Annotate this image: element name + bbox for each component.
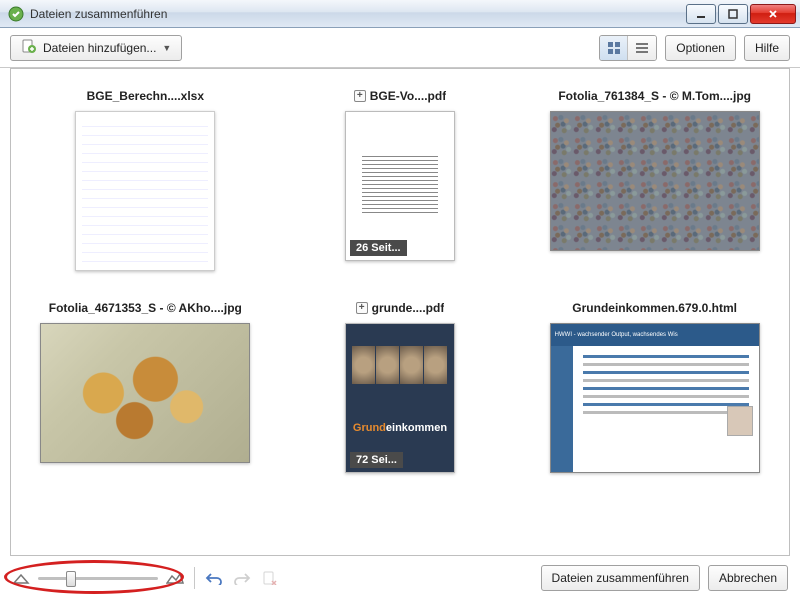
file-name: BGE-Vo....pdf: [370, 89, 446, 103]
page-count-badge: 72 Sei...: [350, 452, 403, 468]
redo-icon[interactable]: [233, 571, 251, 585]
view-toggle: [599, 35, 657, 61]
app-icon: [8, 6, 24, 22]
pdf-thumbnail: Grundeinkommen 72 Sei...: [345, 323, 455, 473]
bottom-bar: Dateien zusammenführen Abbrechen: [0, 556, 800, 600]
merge-button[interactable]: Dateien zusammenführen: [541, 565, 700, 591]
file-item[interactable]: BGE_Berechn....xlsx: [25, 89, 266, 271]
file-grid-area: BGE_Berechn....xlsx + BGE-Vo....pdf 26 Se…: [10, 68, 790, 556]
maximize-button[interactable]: [718, 4, 748, 24]
help-button[interactable]: Hilfe: [744, 35, 790, 61]
titlebar: Dateien zusammenführen: [0, 0, 800, 28]
pdf-thumbnail: 26 Seit...: [345, 111, 455, 261]
html-thumbnail: HWWI - wachsender Output, wachsendes Wis: [550, 323, 760, 473]
add-files-label: Dateien hinzufügen...: [43, 41, 156, 55]
file-name: Fotolia_4671353_S - © AKho....jpg: [49, 301, 242, 315]
file-item[interactable]: Fotolia_4671353_S - © AKho....jpg: [25, 301, 266, 473]
toolbar: Dateien hinzufügen... ▼ Optionen Hilfe: [0, 28, 800, 68]
slider-track[interactable]: [38, 577, 158, 580]
image-thumbnail: [40, 323, 250, 463]
grid-view-button[interactable]: [600, 36, 628, 60]
file-name: Fotolia_761384_S - © M.Tom....jpg: [558, 89, 751, 103]
file-name: grunde....pdf: [372, 301, 445, 315]
undo-icon[interactable]: [205, 571, 223, 585]
remove-icon[interactable]: [261, 571, 279, 585]
file-item[interactable]: + BGE-Vo....pdf 26 Seit...: [280, 89, 521, 271]
options-button[interactable]: Optionen: [665, 35, 736, 61]
close-button[interactable]: [750, 4, 796, 24]
expand-icon[interactable]: +: [354, 90, 366, 102]
file-item[interactable]: Grundeinkommen.679.0.html HWWI - wachsen…: [534, 301, 775, 473]
image-thumbnail: [550, 111, 760, 251]
dropdown-caret-icon: ▼: [162, 43, 171, 53]
small-thumb-icon: [12, 571, 30, 585]
minimize-button[interactable]: [686, 4, 716, 24]
file-item[interactable]: + grunde....pdf Grundeinkommen 72 Sei...: [280, 301, 521, 473]
add-file-icon: [21, 38, 37, 57]
list-view-button[interactable]: [628, 36, 656, 60]
file-name: BGE_Berechn....xlsx: [87, 89, 204, 103]
thumbnail-size-slider[interactable]: [12, 571, 184, 585]
window-title: Dateien zusammenführen: [30, 7, 684, 21]
file-name: Grundeinkommen.679.0.html: [572, 301, 737, 315]
page-count-badge: 26 Seit...: [350, 240, 407, 256]
xlsx-thumbnail: [75, 111, 215, 271]
slider-thumb[interactable]: [66, 571, 76, 587]
cancel-button[interactable]: Abbrechen: [708, 565, 788, 591]
divider: [194, 567, 195, 589]
large-thumb-icon: [166, 571, 184, 585]
file-item[interactable]: Fotolia_761384_S - © M.Tom....jpg: [534, 89, 775, 271]
expand-icon[interactable]: +: [356, 302, 368, 314]
add-files-button[interactable]: Dateien hinzufügen... ▼: [10, 35, 182, 61]
